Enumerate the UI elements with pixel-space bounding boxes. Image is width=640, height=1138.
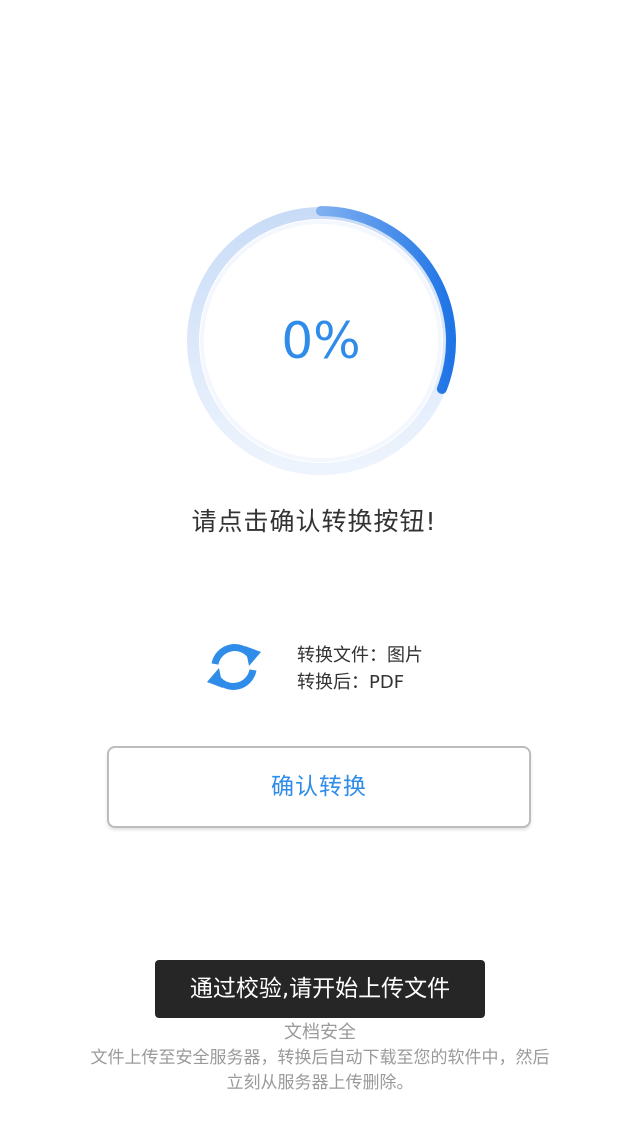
confirm-convert-button[interactable]: 确认转换 (107, 746, 531, 828)
convert-info: 转换文件：图片 转换后：PDF (205, 638, 505, 698)
convert-info-lines: 转换文件：图片 转换后：PDF (297, 642, 423, 696)
convert-source-line: 转换文件：图片 (297, 645, 423, 666)
refresh-icon (207, 644, 261, 690)
progress-percent: 0% (281, 312, 361, 370)
security-description: 文件上传至安全服务器，转换后自动下载至您的软件中，然后立刻从服务器上传删除。 (90, 1048, 550, 1093)
security-title: 文档安全 (284, 1022, 356, 1043)
prompt-text: 请点击确认转换按钮! (191, 507, 437, 536)
progress-ring: 0% (181, 201, 461, 481)
convert-target-line: 转换后：PDF (297, 672, 405, 693)
toast-message: 通过校验,请开始上传文件 (155, 960, 485, 1018)
